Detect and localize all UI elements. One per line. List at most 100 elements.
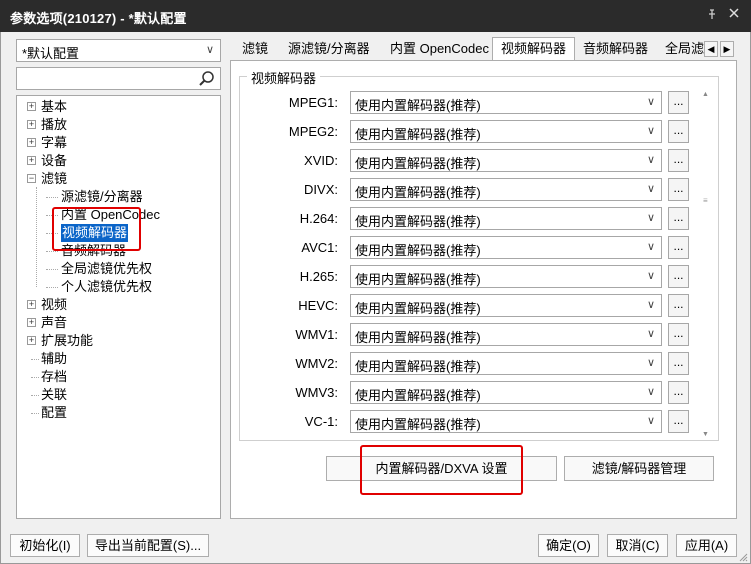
tree-connector — [31, 413, 39, 414]
group-title: 视频解码器 — [247, 68, 321, 87]
decoder-options-button[interactable]: ... — [668, 381, 689, 404]
search-input[interactable] — [16, 67, 221, 90]
decoder-dropdown[interactable]: 使用内置解码器(推荐) ∨ — [350, 294, 662, 317]
tab[interactable]: 音频解码器 — [575, 38, 656, 60]
decoder-label: WMV3: — [295, 385, 338, 400]
decoder-dropdown[interactable]: 使用内置解码器(推荐) ∨ — [350, 352, 662, 375]
decoder-dropdown[interactable]: 使用内置解码器(推荐) ∨ — [350, 91, 662, 114]
tree-connector — [31, 359, 39, 360]
decoder-dropdown[interactable]: 使用内置解码器(推荐) ∨ — [350, 120, 662, 143]
tree-connector — [46, 269, 58, 270]
decoder-value: 使用内置解码器(推荐) — [355, 185, 481, 200]
decoder-label: XVID: — [304, 153, 338, 168]
expand-icon[interactable]: + — [27, 336, 36, 345]
ok-button[interactable]: 确定(O) — [538, 534, 599, 557]
decoder-options-button[interactable]: ... — [668, 207, 689, 230]
decoder-dropdown[interactable]: 使用内置解码器(推荐) ∨ — [350, 207, 662, 230]
close-icon[interactable] — [727, 6, 743, 22]
window-title: 参数选项(210127) - *默认配置 — [10, 11, 187, 26]
tree-item-label: 个人滤镜优先权 — [61, 279, 153, 294]
decoder-label: HEVC: — [298, 298, 338, 313]
chevron-down-icon: ∨ — [646, 415, 655, 427]
tree-connector — [46, 215, 58, 216]
decoder-value: 使用内置解码器(推荐) — [355, 243, 481, 258]
tab[interactable]: 源滤镜/分离器 — [280, 38, 378, 60]
decoder-dropdown[interactable]: 使用内置解码器(推荐) ∨ — [350, 265, 662, 288]
tab[interactable]: 内置 OpenCodec — [382, 38, 497, 60]
search-icon[interactable] — [197, 69, 217, 89]
expand-icon[interactable]: + — [27, 120, 36, 129]
tree-item-label: 源滤镜/分离器 — [61, 189, 143, 204]
decoder-value: 使用内置解码器(推荐) — [355, 272, 481, 287]
decoder-value: 使用内置解码器(推荐) — [355, 156, 481, 171]
decoder-value: 使用内置解码器(推荐) — [355, 127, 481, 142]
decoder-options-button[interactable]: ... — [668, 236, 689, 259]
decoder-label: VC-1: — [304, 414, 338, 429]
tree-item-label: 全局滤镜优先权 — [61, 261, 153, 276]
scroll-down-icon[interactable]: ▼ — [702, 431, 709, 438]
decoder-dropdown[interactable]: 使用内置解码器(推荐) ∨ — [350, 381, 662, 404]
decoder-dropdown[interactable]: 使用内置解码器(推荐) ∨ — [350, 410, 662, 433]
expand-icon[interactable]: + — [27, 138, 36, 147]
expand-icon[interactable]: + — [27, 102, 36, 111]
decoder-options-button[interactable]: ... — [668, 265, 689, 288]
decoder-dropdown[interactable]: 使用内置解码器(推荐) ∨ — [350, 323, 662, 346]
pin-icon[interactable] — [706, 8, 720, 22]
apply-button[interactable]: 应用(A) — [676, 534, 737, 557]
decoder-options-button[interactable]: ... — [668, 294, 689, 317]
cancel-button[interactable]: 取消(C) — [607, 534, 668, 557]
tree-connector — [31, 395, 39, 396]
chevron-down-icon: ∨ — [646, 125, 655, 137]
tree-connector — [36, 187, 37, 287]
tree-connector — [46, 233, 58, 234]
decoder-dropdown[interactable]: 使用内置解码器(推荐) ∨ — [350, 178, 662, 201]
decoder-value: 使用内置解码器(推荐) — [355, 417, 481, 432]
expand-icon[interactable]: + — [27, 156, 36, 165]
tree-connector — [46, 287, 58, 288]
resize-grip-icon[interactable] — [738, 551, 748, 562]
tree-connector — [46, 251, 58, 252]
chevron-down-icon: ∨ — [646, 357, 655, 369]
tree-item-label: 存档 — [41, 369, 68, 384]
decoder-options-button[interactable]: ... — [668, 323, 689, 346]
decoder-options-button[interactable]: ... — [668, 410, 689, 433]
decoder-options-button[interactable]: ... — [668, 91, 689, 114]
chevron-down-icon: ∨ — [646, 299, 655, 311]
tree-connector — [31, 377, 39, 378]
decoder-options-button[interactable]: ... — [668, 352, 689, 375]
tab[interactable]: 视频解码器 — [492, 37, 576, 61]
dxva-settings-button[interactable]: 内置解码器/DXVA 设置 — [326, 456, 557, 481]
decoder-label: DIVX: — [304, 182, 338, 197]
collapse-icon[interactable]: − — [27, 174, 36, 183]
settings-tree[interactable]: + 基本 + 播放 + 字幕 + 设备 − 滤镜 源滤镜/分离器 内置 OpenCodec 视频解码器音… — [16, 95, 221, 519]
decoder-dropdown[interactable]: 使用内置解码器(推荐) ∨ — [350, 149, 662, 172]
decoder-label: WMV1: — [295, 327, 338, 342]
expand-icon[interactable]: + — [27, 300, 36, 309]
tree-connector — [46, 197, 58, 198]
decoder-options-button[interactable]: ... — [668, 149, 689, 172]
decoder-label: H.265: — [299, 269, 338, 284]
export-config-button[interactable]: 导出当前配置(S)... — [87, 534, 209, 557]
decoder-options-button[interactable]: ... — [668, 120, 689, 143]
decoder-label: MPEG2: — [288, 124, 338, 139]
scroll-grip-icon[interactable]: ≡ — [703, 196, 709, 205]
decoder-dropdown[interactable]: 使用内置解码器(推荐) ∨ — [350, 236, 662, 259]
tree-item-label: 内置 OpenCodec — [61, 207, 160, 222]
tree-item-label: 设备 — [41, 153, 68, 168]
decoder-label: AVC1: — [301, 240, 338, 255]
profile-dropdown[interactable]: *默认配置 ∨ — [16, 39, 221, 62]
decoder-scrollbar[interactable]: ▲ ≡ ▼ — [700, 91, 712, 441]
filter-manager-button[interactable]: 滤镜/解码器管理 — [564, 456, 714, 481]
tree-item-label: 扩展功能 — [41, 333, 94, 348]
chevron-down-icon: ∨ — [646, 270, 655, 282]
scroll-up-icon[interactable]: ▲ — [702, 91, 709, 98]
decoder-options-button[interactable]: ... — [668, 178, 689, 201]
chevron-down-icon: ∨ — [205, 44, 214, 56]
tree-item-label: 播放 — [41, 117, 68, 132]
init-button[interactable]: 初始化(I) — [10, 534, 80, 557]
tab[interactable]: 滤镜 — [234, 38, 276, 60]
tab-scroll-left-icon[interactable]: ◀ — [704, 41, 718, 57]
tab-scroll-right-icon[interactable]: ▶ — [720, 41, 734, 57]
expand-icon[interactable]: + — [27, 318, 36, 327]
chevron-down-icon: ∨ — [646, 328, 655, 340]
